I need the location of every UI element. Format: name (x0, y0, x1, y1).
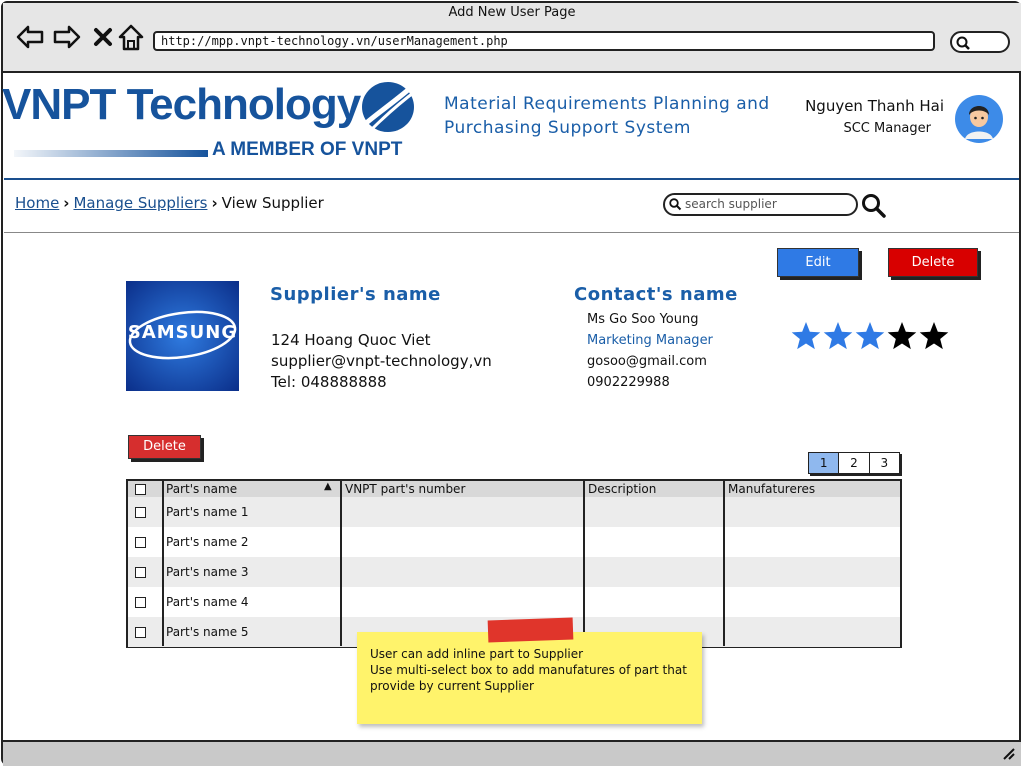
resize-grip-icon[interactable] (1000, 746, 1016, 760)
company-tagline: A MEMBER OF VNPT (212, 139, 403, 160)
browser-search-field[interactable] (950, 31, 1010, 53)
supplier-logo-text: SAMSUNG (127, 322, 238, 343)
system-title: Material Requirements Planning and Purch… (444, 94, 770, 138)
column-header-part-number[interactable]: VNPT part's number (345, 482, 465, 496)
chevron-right-icon: › (63, 194, 70, 212)
forward-arrow-icon[interactable] (52, 22, 82, 52)
row-checkbox[interactable] (135, 597, 146, 608)
column-divider (162, 481, 164, 646)
chevron-right-icon: › (211, 194, 218, 212)
header-divider (4, 178, 1019, 180)
logo-underline (14, 150, 208, 157)
star-filled-icon[interactable] (855, 322, 885, 350)
contact-title: Marketing Manager (587, 333, 713, 348)
supplier-search-input[interactable]: search supplier (663, 193, 858, 216)
annotation-line-2: Use multi-select box to add manufatures … (370, 663, 687, 693)
star-filled-icon[interactable] (791, 322, 821, 350)
column-divider (723, 481, 725, 646)
search-icon (669, 198, 682, 211)
address-bar[interactable]: http://mpp.vnpt-technology.vn/userManage… (153, 31, 935, 51)
delete-parts-button[interactable]: Delete (128, 435, 201, 459)
user-role: SCC Manager (843, 121, 931, 136)
delete-supplier-button[interactable]: Delete (888, 248, 978, 277)
star-filled-icon[interactable] (823, 322, 853, 350)
search-icon (956, 36, 970, 50)
edit-button[interactable]: Edit (777, 248, 859, 277)
row-checkbox[interactable] (135, 537, 146, 548)
user-name: Nguyen Thanh Hai (805, 97, 944, 115)
annotation-text: User can add inline part to Supplier Use… (370, 646, 695, 694)
column-header-description[interactable]: Description (588, 482, 656, 496)
breadcrumb-manage-suppliers-link[interactable]: Manage Suppliers (73, 194, 207, 212)
supplier-phone: Tel: 048888888 (271, 373, 387, 391)
column-header-part-name[interactable]: Part's name (166, 482, 237, 496)
supplier-name-heading: Supplier's name (270, 284, 441, 305)
sticky-tape (487, 617, 574, 643)
contact-name-heading: Contact's name (574, 284, 738, 305)
content-divider (4, 232, 1019, 233)
page-1-button[interactable]: 1 (809, 453, 840, 473)
page-2-button[interactable]: 2 (839, 453, 870, 473)
page-3-button[interactable]: 3 (870, 453, 899, 473)
annotation-line-1: User can add inline part to Supplier (370, 647, 584, 661)
part-name-cell: Part's name 1 (166, 505, 249, 519)
user-avatar-icon[interactable] (955, 95, 1003, 143)
contact-phone: 0902229988 (587, 375, 670, 390)
company-logo-text: VNPT Technology (2, 80, 361, 129)
close-icon[interactable] (88, 22, 118, 52)
part-name-cell: Part's name 4 (166, 595, 249, 609)
supplier-email: supplier@vnpt-technology,vn (271, 352, 492, 370)
column-divider (583, 481, 585, 646)
contact-person: Ms Go Soo Young (587, 312, 699, 327)
pagination: 1 2 3 (808, 452, 900, 474)
supplier-rating[interactable] (790, 318, 950, 354)
row-checkbox[interactable] (135, 567, 146, 578)
breadcrumb-home-link[interactable]: Home (15, 194, 59, 212)
window-title: Add New User Page (448, 5, 576, 20)
home-icon[interactable] (116, 22, 146, 52)
row-checkbox[interactable] (135, 507, 146, 518)
column-header-manufacturers[interactable]: Manufatureres (728, 482, 815, 496)
part-name-cell: Part's name 2 (166, 535, 249, 549)
star-empty-icon[interactable] (887, 322, 917, 350)
select-all-checkbox[interactable] (135, 484, 146, 495)
browser-status-bar (3, 740, 1021, 766)
supplier-address: 124 Hoang Quoc Viet (271, 331, 431, 349)
part-name-cell: Part's name 5 (166, 625, 249, 639)
star-empty-icon[interactable] (919, 322, 949, 350)
sort-up-icon[interactable]: ▲ (324, 481, 332, 492)
contact-email: gosoo@gmail.com (587, 354, 707, 369)
breadcrumb: Home › Manage Suppliers › View Supplier (15, 194, 324, 212)
back-arrow-icon[interactable] (15, 22, 45, 52)
search-button-icon[interactable] (860, 192, 888, 220)
column-divider (340, 481, 342, 646)
part-name-cell: Part's name 3 (166, 565, 249, 579)
vnpt-logo-icon (362, 82, 418, 132)
row-checkbox[interactable] (135, 627, 146, 638)
breadcrumb-current: View Supplier (221, 194, 324, 212)
